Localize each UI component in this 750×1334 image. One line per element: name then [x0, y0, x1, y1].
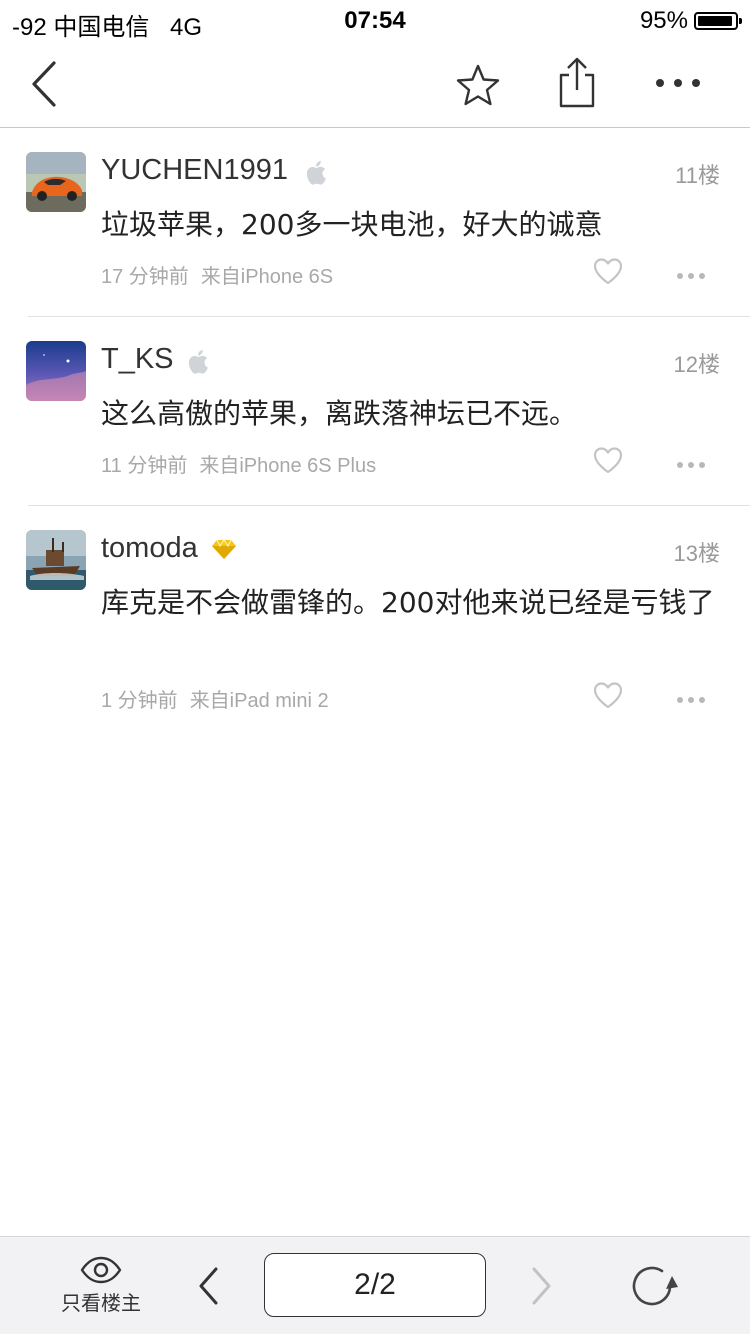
comment-time: 11 分钟前	[101, 455, 188, 477]
username[interactable]: YUCHEN1991	[101, 154, 288, 187]
more-icon[interactable]	[650, 68, 706, 98]
comment-source: 来自iPhone 6S Plus	[199, 455, 377, 477]
more-icon[interactable]	[676, 690, 706, 703]
comment-text: 垃圾苹果，200多一块电池，好大的诚意	[101, 208, 603, 241]
eye-icon	[80, 1256, 122, 1284]
apple-icon	[306, 160, 332, 186]
status-battery-group: 95%	[639, 7, 742, 35]
comment-meta: 1 分钟前 来自iPad mini 2	[101, 684, 329, 713]
only-op-button[interactable]: 只看楼主	[48, 1255, 154, 1316]
battery-percent: 95%	[639, 7, 688, 34]
avatar[interactable]	[26, 530, 86, 590]
refresh-icon[interactable]	[628, 1262, 680, 1310]
share-icon[interactable]	[554, 56, 600, 112]
more-icon[interactable]	[676, 266, 706, 279]
avatar[interactable]	[26, 341, 86, 401]
comment-source: 来自iPad mini 2	[189, 690, 329, 712]
username[interactable]: T_KS	[101, 343, 174, 376]
floor-number: 13楼	[673, 541, 720, 566]
nav-bar	[0, 40, 750, 128]
comment-meta: 11 分钟前 来自iPhone 6S Plus	[101, 449, 376, 478]
apple-icon	[188, 349, 214, 375]
only-op-label: 只看楼主	[61, 1291, 141, 1315]
heart-icon[interactable]	[592, 446, 624, 474]
avatar[interactable]	[26, 152, 86, 212]
comment-time: 17 分钟前	[101, 266, 189, 288]
status-bar: -92 中国电信 4G 07:54 95%	[0, 0, 750, 41]
back-icon[interactable]	[22, 58, 66, 110]
more-icon[interactable]	[676, 455, 706, 468]
bottom-toolbar: 只看楼主 2/2	[0, 1236, 750, 1334]
comment-source: 来自iPhone 6S	[200, 266, 334, 288]
comment-time: 1 分钟前	[101, 690, 178, 712]
comment-text: 库克是不会做雷锋的。200对他来说已经是亏钱了	[101, 586, 715, 619]
floor-number: 11楼	[675, 163, 720, 188]
divider	[28, 505, 750, 506]
comment-text: 这么高傲的苹果，离跌落神坛已不远。	[101, 397, 578, 430]
heart-icon[interactable]	[592, 681, 624, 709]
battery-icon	[694, 12, 742, 30]
next-page-icon[interactable]	[528, 1265, 554, 1307]
star-icon[interactable]	[454, 62, 502, 108]
divider	[28, 316, 750, 317]
username[interactable]: tomoda	[101, 532, 198, 565]
comment-meta: 17 分钟前 来自iPhone 6S	[101, 260, 333, 289]
page-indicator[interactable]: 2/2	[264, 1253, 486, 1317]
floor-number: 12楼	[673, 352, 720, 377]
heart-icon[interactable]	[592, 257, 624, 285]
diamond-icon	[211, 538, 237, 564]
status-time: 07:54	[344, 7, 406, 34]
prev-page-icon[interactable]	[196, 1265, 222, 1307]
